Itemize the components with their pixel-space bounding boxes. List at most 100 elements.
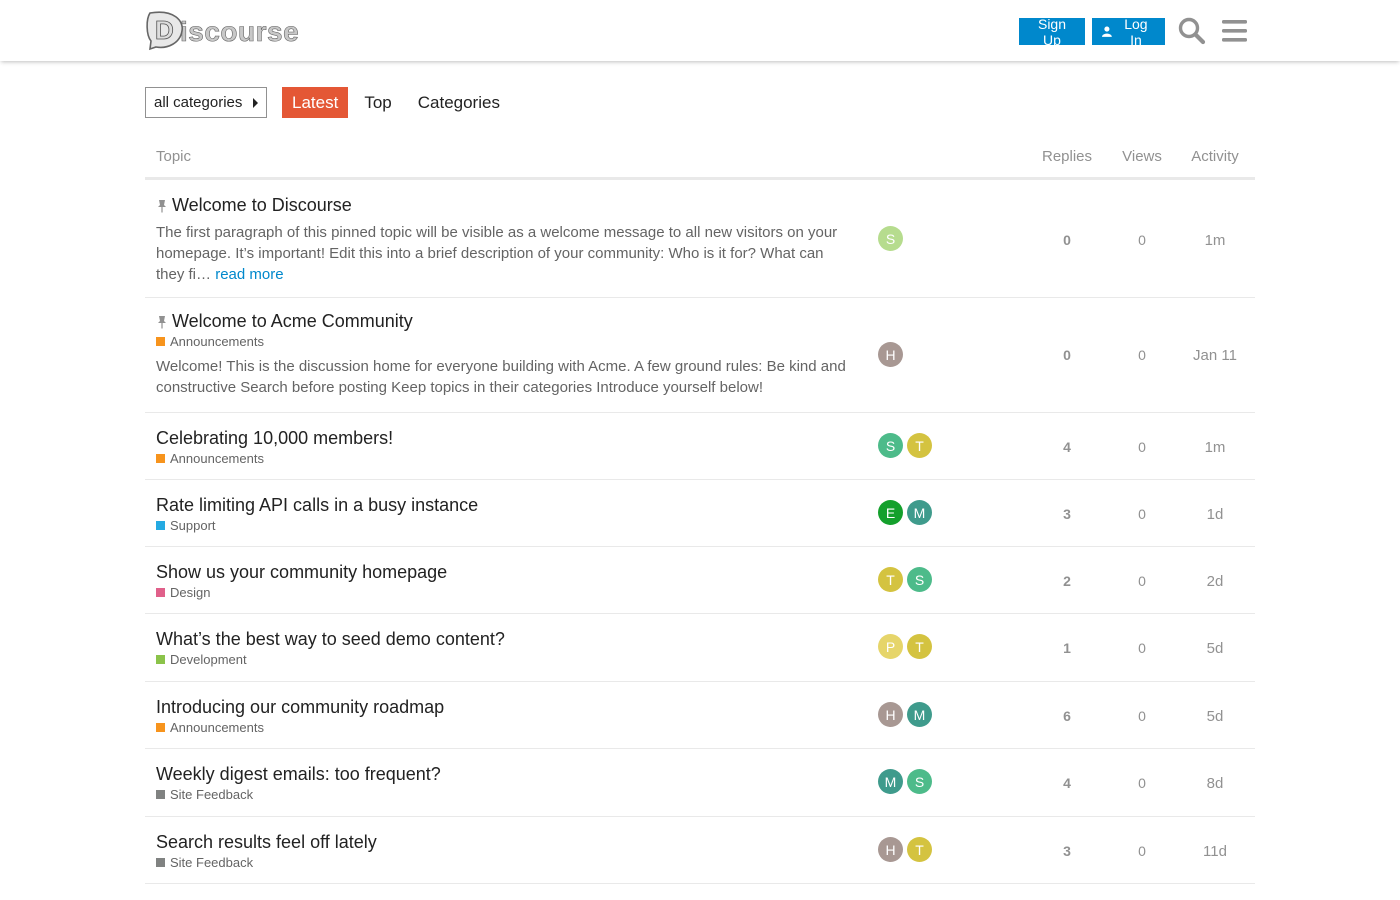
avatar[interactable]: H [878, 837, 903, 862]
topic-title-link[interactable]: Show us your community homepage [156, 562, 447, 583]
tab-categories[interactable]: Categories [408, 87, 510, 118]
topic-row[interactable]: Show us your community homepage Design T S 2… [145, 547, 1255, 614]
avatar[interactable]: S [878, 433, 903, 458]
category-badge[interactable]: Design [156, 585, 210, 600]
tab-top[interactable]: Top [354, 87, 401, 118]
reply-count: 0 [1063, 347, 1071, 363]
reply-count: 2 [1063, 573, 1071, 589]
view-count: 0 [1138, 843, 1146, 859]
avatar[interactable]: H [878, 342, 903, 367]
category-name: Site Feedback [170, 855, 254, 870]
header-views[interactable]: Views [1107, 148, 1177, 165]
topic-row[interactable]: Rate limiting API calls in a busy instan… [145, 480, 1255, 547]
activity-time[interactable]: 5d [1180, 640, 1250, 657]
tab-latest[interactable]: Latest [282, 87, 349, 118]
search-icon[interactable] [1177, 16, 1207, 46]
category-badge[interactable]: Announcements [156, 720, 264, 735]
topic-title-text: Search results feel off lately [156, 832, 377, 852]
avatar[interactable]: P [878, 634, 903, 659]
header-replies[interactable]: Replies [1032, 148, 1102, 165]
poster-avatars: HT [878, 837, 936, 862]
avatar[interactable]: S [907, 567, 932, 592]
activity-time[interactable]: 1m [1180, 439, 1250, 456]
navigation-bar: all categories Latest Top Categories [145, 87, 510, 118]
log-in-button[interactable]: Log In [1092, 16, 1165, 48]
logo-letter: D [155, 15, 174, 45]
category-name: Site Feedback [170, 787, 254, 802]
site-logo[interactable]: D iscourse [144, 9, 299, 51]
topic-title-text: What’s the best way to seed demo content… [156, 629, 505, 649]
topic-row[interactable]: Weekly digest emails: too frequent? Site … [145, 749, 1255, 817]
topic-title-link[interactable]: Welcome to Discourse [156, 195, 352, 216]
avatar[interactable]: T [878, 567, 903, 592]
activity-time[interactable]: 5d [1180, 708, 1250, 725]
topic-title-link[interactable]: Rate limiting API calls in a busy instan… [156, 495, 478, 516]
topic-title-link[interactable]: What’s the best way to seed demo content… [156, 629, 505, 650]
avatar[interactable]: E [878, 500, 903, 525]
category-badge[interactable]: Site Feedback [156, 787, 253, 802]
topic-title-link[interactable]: Search results feel off lately [156, 832, 377, 853]
category-badge[interactable]: Announcements [156, 451, 264, 466]
header-activity[interactable]: Activity [1180, 148, 1250, 165]
user-icon [1102, 26, 1112, 37]
sign-up-button[interactable]: Sign Up [1019, 16, 1085, 48]
header-topic[interactable]: Topic [156, 148, 191, 165]
category-name: Development [170, 652, 247, 667]
activity-time[interactable]: 8d [1180, 775, 1250, 792]
topic-list: Topic Replies Views Activity Welcome to … [145, 137, 1255, 884]
activity-time[interactable]: Jan 11 [1180, 347, 1250, 364]
topic-title-link[interactable]: Introducing our community roadmap [156, 697, 444, 718]
reply-count: 3 [1063, 506, 1071, 522]
category-badge[interactable]: Announcements [156, 334, 264, 349]
activity-time[interactable]: 1m [1180, 232, 1250, 249]
topic-row[interactable]: What’s the best way to seed demo content… [145, 614, 1255, 682]
topic-excerpt: Welcome! This is the discussion home for… [156, 356, 856, 398]
topic-title-link[interactable]: Weekly digest emails: too frequent? [156, 764, 441, 785]
avatar[interactable]: H [878, 702, 903, 727]
topic-title-link[interactable]: Celebrating 10,000 members! [156, 428, 393, 449]
category-color-swatch [156, 858, 165, 867]
topic-row[interactable]: Welcome to Acme Community Announcements We… [145, 298, 1255, 413]
avatar[interactable]: M [907, 500, 932, 525]
category-name: Announcements [170, 334, 264, 349]
avatar[interactable]: T [907, 634, 932, 659]
category-badge[interactable]: Support [156, 518, 216, 533]
activity-time[interactable]: 2d [1180, 573, 1250, 590]
read-more-link[interactable]: read more [215, 266, 283, 283]
topic-title-link[interactable]: Welcome to Acme Community [156, 311, 413, 332]
category-badge[interactable]: Site Feedback [156, 855, 253, 870]
topic-row[interactable]: Welcome to Discourse The first paragraph … [145, 180, 1255, 298]
topic-title-text: Weekly digest emails: too frequent? [156, 764, 441, 784]
avatar[interactable]: M [878, 769, 903, 794]
view-count: 0 [1138, 506, 1146, 522]
avatar[interactable]: M [907, 702, 932, 727]
menu-icon[interactable] [1220, 16, 1250, 46]
reply-count: 0 [1063, 232, 1071, 248]
category-name: Announcements [170, 720, 264, 735]
category-name: Announcements [170, 451, 264, 466]
category-color-swatch [156, 454, 165, 463]
avatar[interactable]: S [907, 769, 932, 794]
category-color-swatch [156, 655, 165, 664]
topic-row[interactable]: Search results feel off lately Site Feedb… [145, 817, 1255, 884]
topic-title-text: Rate limiting API calls in a busy instan… [156, 495, 479, 515]
topic-row[interactable]: Introducing our community roadmap Announc… [145, 682, 1255, 749]
activity-time[interactable]: 1d [1180, 506, 1250, 523]
topic-row[interactable]: Celebrating 10,000 members! Announcements… [145, 413, 1255, 480]
category-name: Design [170, 585, 211, 600]
activity-time[interactable]: 11d [1180, 843, 1250, 860]
poster-avatars: HM [878, 702, 936, 727]
avatar[interactable]: S [878, 226, 903, 251]
category-color-swatch [156, 790, 165, 799]
view-count: 0 [1138, 640, 1146, 656]
category-dropdown[interactable]: all categories [145, 87, 267, 118]
category-badge[interactable]: Development [156, 652, 247, 667]
discourse-logo-icon: D [146, 11, 183, 51]
avatar[interactable]: T [907, 837, 932, 862]
topic-title-text: Celebrating 10,000 members! [156, 428, 394, 448]
avatar[interactable]: T [907, 433, 932, 458]
category-color-swatch [156, 588, 165, 597]
view-count: 0 [1138, 573, 1146, 589]
reply-count: 4 [1063, 775, 1071, 791]
pin-icon [158, 199, 166, 212]
